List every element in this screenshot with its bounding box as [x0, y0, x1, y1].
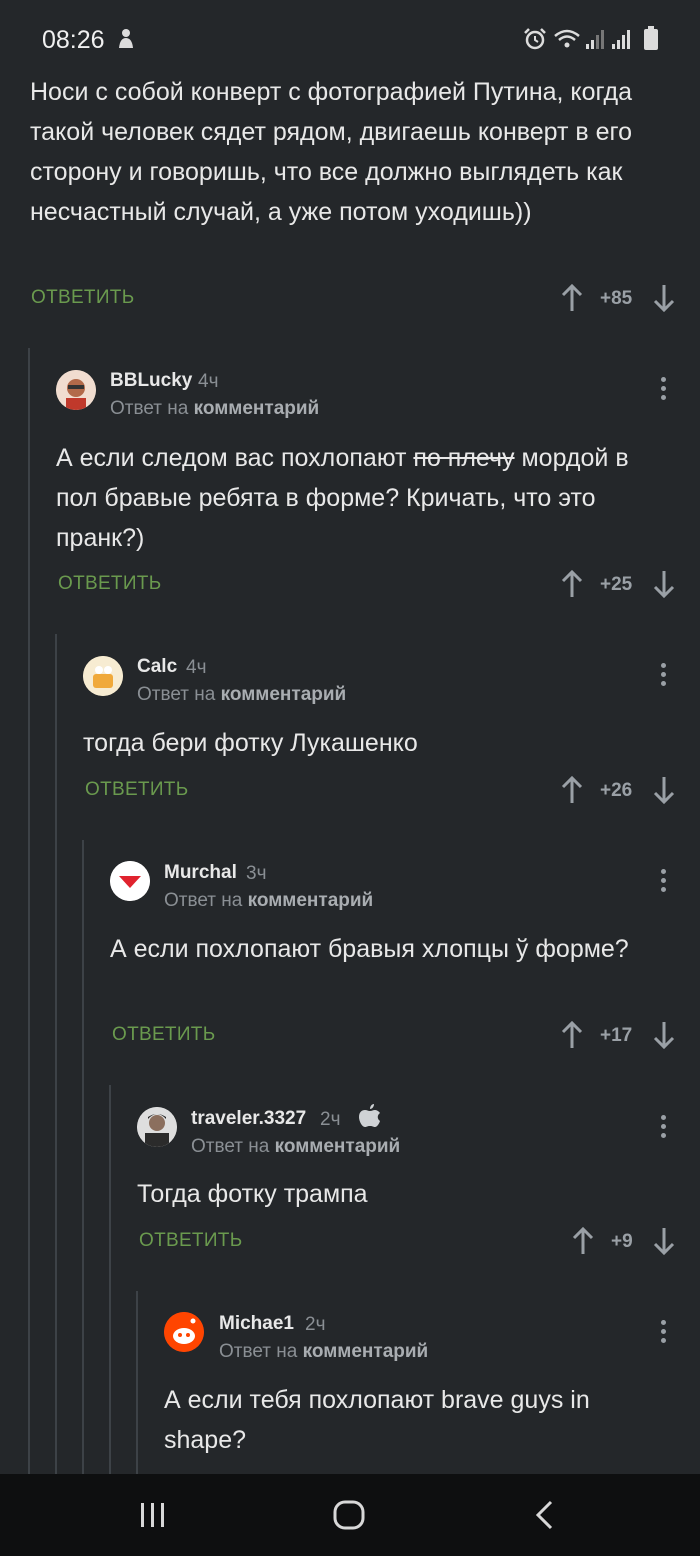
back-icon[interactable] — [534, 1500, 556, 1530]
thread-line[interactable] — [109, 1085, 111, 1474]
comment-score: +26 — [600, 780, 633, 801]
reply-prefix: Ответ на — [191, 1136, 270, 1157]
status-time: 08:26 — [42, 26, 105, 54]
downvote-arrow-icon[interactable] — [653, 776, 675, 804]
comment-author[interactable]: BBLucky — [110, 370, 192, 392]
alarm-icon — [524, 28, 546, 50]
comment-score: +25 — [600, 574, 633, 595]
reply-button[interactable]: ОТВЕТИТЬ — [31, 287, 134, 309]
upvote-arrow-icon[interactable] — [561, 776, 583, 804]
comment-author[interactable]: traveler.3327 — [191, 1108, 306, 1130]
reply-prefix: Ответ на — [137, 684, 216, 705]
reply-button[interactable]: ОТВЕТИТЬ — [112, 1024, 215, 1046]
wifi-icon — [554, 29, 580, 48]
upvote-arrow-icon[interactable] — [561, 1021, 583, 1049]
comment-score: +85 — [600, 288, 633, 309]
battery-icon — [644, 26, 658, 50]
upvote-arrow-icon[interactable] — [561, 284, 583, 312]
recent-apps-icon[interactable] — [138, 1500, 168, 1530]
thread-line[interactable] — [28, 348, 30, 1474]
comment-author[interactable]: Murchal — [164, 862, 237, 884]
comment-age: 4ч — [198, 371, 219, 392]
comment-age: 3ч — [246, 863, 267, 884]
comment-author[interactable]: Michae1 — [219, 1313, 294, 1335]
reply-target-link[interactable]: комментарий — [221, 684, 347, 705]
reply-button[interactable]: ОТВЕТИТЬ — [85, 779, 188, 801]
signal-icon — [586, 30, 604, 49]
reply-target-link[interactable]: комментарий — [275, 1136, 401, 1157]
reply-prefix: Ответ на — [110, 398, 189, 419]
upvote-arrow-icon[interactable] — [572, 1227, 594, 1255]
comment-text: А если следом вас похлопают по плечу мор… — [56, 438, 676, 558]
more-options-icon[interactable] — [661, 869, 667, 896]
thread-line[interactable] — [55, 634, 57, 1474]
reply-target-link[interactable]: комментарий — [303, 1341, 429, 1362]
more-options-icon[interactable] — [661, 663, 667, 690]
comment-age: 2ч — [320, 1109, 341, 1130]
comment-text-part: А если следом вас похлопают — [56, 444, 414, 472]
reply-button[interactable]: ОТВЕТИТЬ — [139, 1230, 242, 1252]
reply-info: Ответ на комментарий — [164, 890, 373, 912]
reply-info: Ответ на комментарий — [219, 1341, 428, 1363]
avatar[interactable] — [83, 656, 123, 696]
reply-button[interactable]: ОТВЕТИТЬ — [58, 573, 161, 595]
avatar[interactable] — [56, 370, 96, 410]
home-icon[interactable] — [333, 1499, 365, 1531]
more-options-icon[interactable] — [661, 377, 667, 404]
avatar[interactable] — [164, 1312, 204, 1352]
downvote-arrow-icon[interactable] — [653, 570, 675, 598]
downvote-arrow-icon[interactable] — [653, 1227, 675, 1255]
reply-prefix: Ответ на — [219, 1341, 298, 1362]
thread-line[interactable] — [136, 1291, 138, 1474]
status-bar: 08:26 — [0, 0, 700, 80]
strikethrough-text: по плечу — [413, 444, 515, 472]
thread-line[interactable] — [82, 840, 84, 1474]
reply-prefix: Ответ на — [164, 890, 243, 911]
reply-target-link[interactable]: комментарий — [194, 398, 320, 419]
comments-feed: Носи с собой конверт с фотографией Путин… — [0, 0, 700, 1474]
upvote-arrow-icon[interactable] — [561, 570, 583, 598]
comment-text: Носи с собой конверт с фотографией Путин… — [30, 78, 633, 226]
comment-score: +17 — [600, 1025, 633, 1046]
comment-text: Тогда фотку трампа — [137, 1180, 368, 1208]
comment-text: А если похлопают бравыя хлопцы ў форме? — [110, 935, 629, 963]
comment-age: 2ч — [305, 1314, 326, 1335]
comment-score: +9 — [611, 1231, 633, 1252]
comment-age: 4ч — [186, 657, 207, 678]
navigation-bar — [0, 1474, 700, 1556]
reply-info: Ответ на комментарий — [137, 684, 346, 706]
comment-author[interactable]: Calc — [137, 656, 177, 678]
avatar[interactable] — [137, 1107, 177, 1147]
reply-info: Ответ на комментарий — [191, 1136, 400, 1158]
downvote-arrow-icon[interactable] — [653, 1021, 675, 1049]
reply-info: Ответ на комментарий — [110, 398, 319, 420]
comment-text: А если тебя похлопают brave guys in shap… — [164, 1386, 590, 1454]
apple-icon — [359, 1104, 380, 1127]
downvote-arrow-icon[interactable] — [653, 284, 675, 312]
avatar[interactable] — [110, 861, 150, 901]
reply-target-link[interactable]: комментарий — [248, 890, 374, 911]
comment-text: тогда бери фотку Лукашенко — [83, 729, 418, 757]
more-options-icon[interactable] — [661, 1320, 667, 1347]
more-options-icon[interactable] — [661, 1115, 667, 1142]
person-notification-icon — [119, 29, 133, 48]
signal-icon — [612, 30, 630, 49]
